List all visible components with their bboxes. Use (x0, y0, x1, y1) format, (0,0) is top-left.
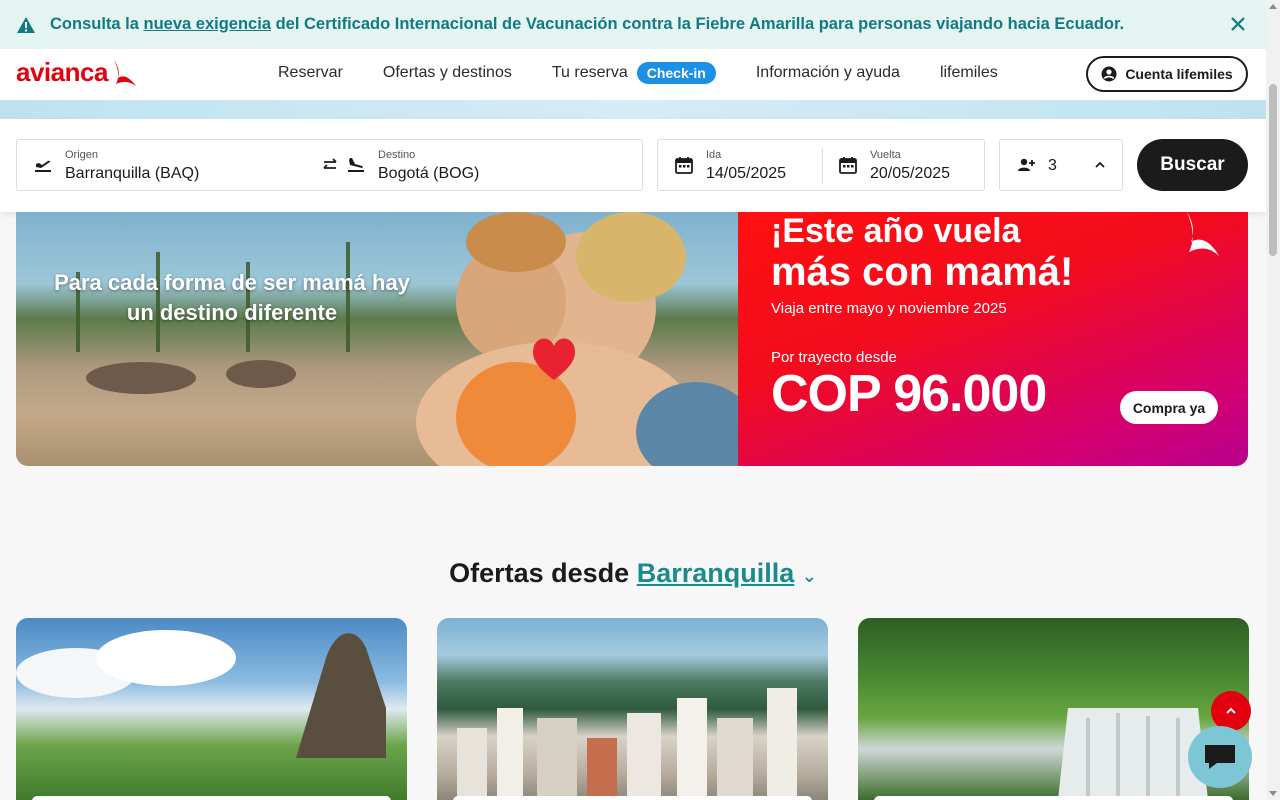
card-footer (32, 796, 391, 800)
nav-tu-reserva[interactable]: Tu reserva Check-in (552, 62, 716, 84)
alert-text: Consulta la nueva exigencia del Certific… (50, 15, 1125, 33)
hero-photo-text: Para cada forma de ser mamá hay un desti… (54, 270, 410, 325)
return-label: Vuelta (870, 149, 901, 161)
dates-box: Ida 14/05/2025 Vuelta 20/05/2025 (657, 139, 985, 191)
nav-ofertas[interactable]: Ofertas y destinos (383, 64, 512, 82)
site-header: avianca Reservar Ofertas y destinos Tu r… (0, 49, 1266, 100)
scroll-top-button[interactable] (1211, 691, 1251, 731)
landing-icon (348, 158, 364, 172)
destination-label: Destino (378, 149, 416, 161)
user-icon (1101, 66, 1117, 82)
warning-icon (17, 16, 35, 33)
chat-button[interactable] (1188, 726, 1252, 788)
scroll-thumb[interactable] (1269, 84, 1277, 256)
scroll-up-arrow[interactable] (1269, 4, 1277, 9)
passengers-box[interactable]: 3 (999, 139, 1123, 191)
flight-search-panel: Origen Barranquilla (BAQ) Destino Bogotá… (0, 119, 1266, 212)
nav-tu-reserva-label: Tu reserva (551, 64, 628, 81)
offer-card-medellin[interactable] (16, 618, 407, 800)
vaccination-alert: Consulta la nueva exigencia del Certific… (0, 0, 1266, 49)
search-button[interactable]: Buscar (1137, 139, 1248, 191)
offers-title: Ofertas desde (449, 558, 630, 588)
promo-title-line1: ¡Este año vuela (771, 212, 1021, 250)
checkin-badge[interactable]: Check-in (636, 62, 716, 84)
takeoff-icon (35, 160, 51, 172)
offers-city-selector[interactable]: Barranquilla (637, 558, 795, 588)
nav-informacion[interactable]: Información y ayuda (756, 64, 900, 82)
passenger-count: 3 (1048, 157, 1057, 174)
hero-banner[interactable]: Para cada forma de ser mamá hay un desti… (16, 212, 1248, 466)
depart-label: Ida (706, 149, 722, 161)
account-button[interactable]: Cuenta lifemiles (1086, 56, 1248, 92)
buildings-image (457, 688, 797, 800)
calendar-icon (839, 157, 857, 174)
return-value: 20/05/2025 (870, 165, 951, 182)
alert-link[interactable]: nueva exigencia (144, 15, 271, 33)
bird-logo-icon (113, 59, 136, 86)
origin-label: Origen (65, 149, 99, 161)
destination-value: Bogotá (BOG) (378, 165, 480, 182)
origin-field[interactable]: Origen Barranquilla (BAQ) (65, 140, 315, 190)
offers-heading: Ofertas desde Barranquilla ⌄ (0, 558, 1266, 589)
chevron-down-icon[interactable]: ⌄ (802, 566, 817, 586)
hero-photo: Para cada forma de ser mamá hay un desti… (16, 212, 756, 466)
scroll-down-arrow[interactable] (1269, 791, 1277, 796)
compra-ya-button[interactable]: Compra ya (1120, 391, 1218, 424)
chevron-up-icon (1226, 707, 1236, 714)
route-box: Origen Barranquilla (BAQ) Destino Bogotá… (16, 139, 643, 191)
scrollbar[interactable] (1266, 0, 1280, 800)
avianca-logo[interactable]: avianca (16, 57, 138, 88)
sky-band (0, 100, 1266, 120)
chat-icon (1205, 745, 1235, 769)
main-nav: Reservar Ofertas y destinos Tu reserva C… (278, 62, 1038, 84)
promo-subtitle: Viaja entre mayo y noviembre 2025 (771, 300, 1007, 317)
promo-price: COP 96.000 (771, 365, 1047, 423)
calendar-icon (675, 157, 693, 174)
logo-text: avianca (16, 57, 108, 87)
close-icon[interactable] (1228, 14, 1248, 34)
depart-field[interactable]: Ida 14/05/2025 (706, 140, 816, 190)
heart-icon (532, 338, 576, 380)
chevron-up-icon[interactable] (1090, 155, 1110, 175)
hero-promo-panel: ¡Este año vuela más con mamá! Viaja entr… (738, 212, 1248, 466)
account-label: Cuenta lifemiles (1125, 66, 1233, 82)
nav-reservar[interactable]: Reservar (278, 64, 343, 82)
promo-title-line2: más con mamá! (771, 250, 1074, 294)
date-separator (822, 148, 823, 184)
swap-icon[interactable] (320, 155, 340, 175)
depart-value: 14/05/2025 (706, 165, 787, 182)
nav-lifemiles[interactable]: lifemiles (940, 64, 998, 82)
add-person-icon (1018, 158, 1035, 171)
cloud-image (16, 630, 236, 698)
card-footer (874, 796, 1233, 800)
destination-field[interactable]: Destino Bogotá (BOG) (378, 140, 628, 190)
offer-card-waterfall[interactable] (858, 618, 1249, 800)
offer-card-city[interactable] (437, 618, 828, 800)
card-footer (453, 796, 812, 800)
return-field[interactable]: Vuelta 20/05/2025 (870, 140, 980, 190)
origin-value: Barranquilla (BAQ) (65, 165, 200, 182)
bird-logo-icon (1187, 212, 1219, 256)
